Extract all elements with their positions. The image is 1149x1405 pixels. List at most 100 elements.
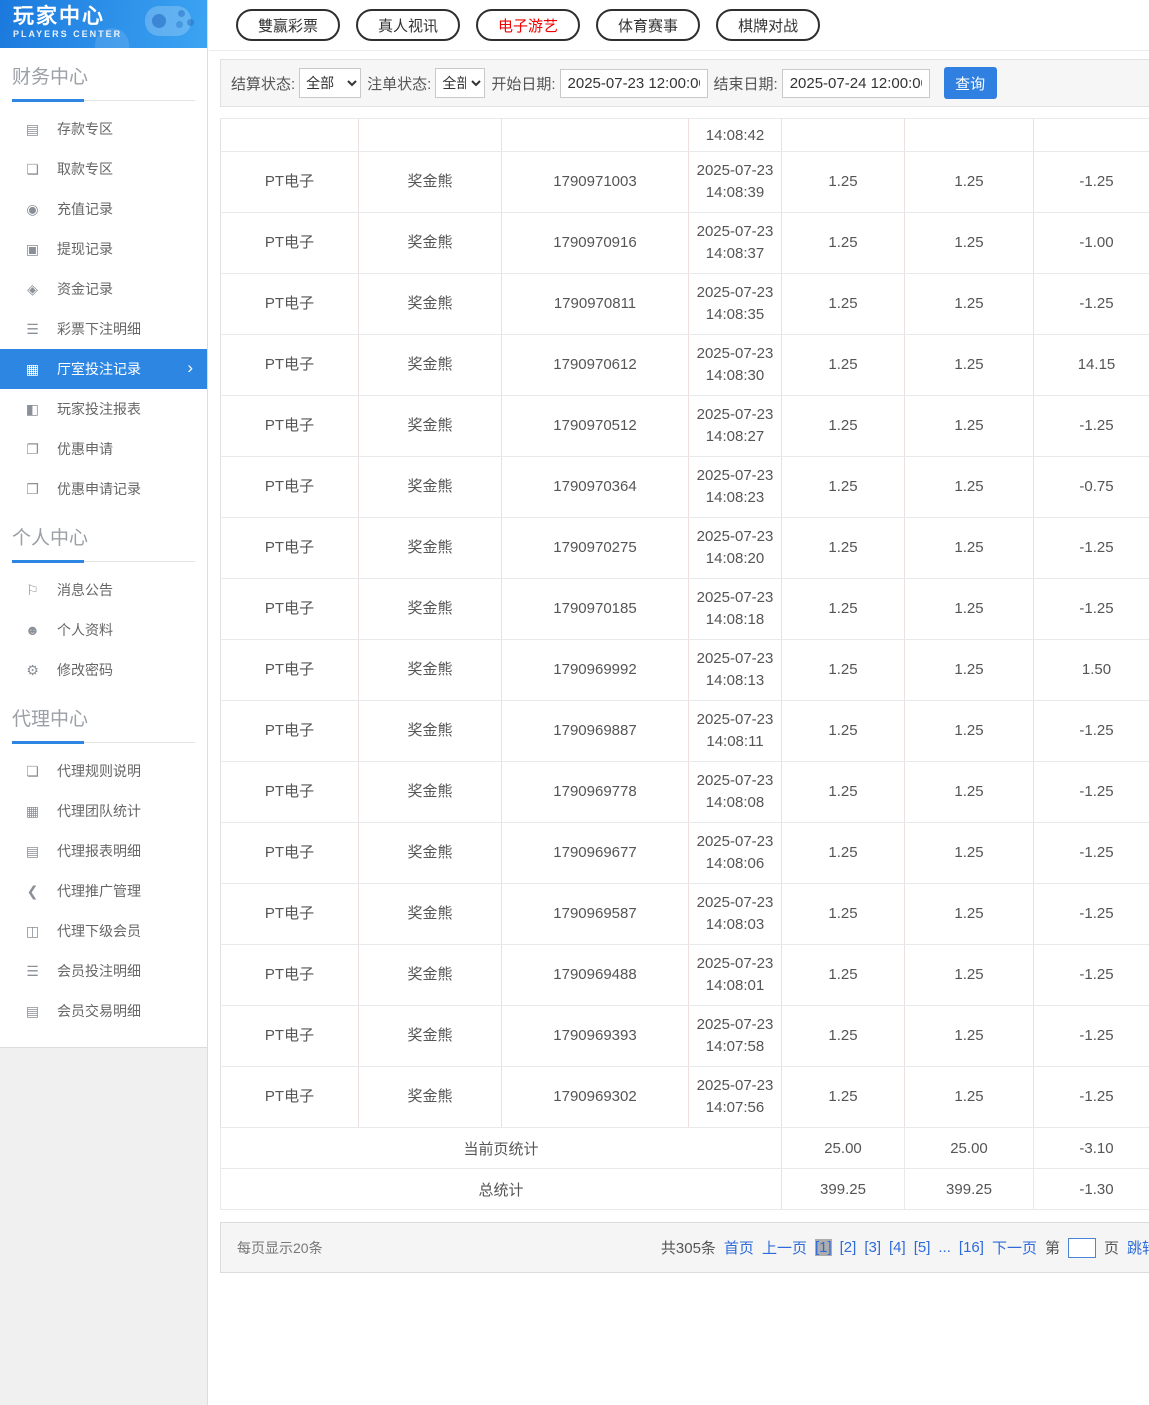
- end-date-input[interactable]: [781, 68, 930, 98]
- tab-live-video[interactable]: 真人视讯: [356, 9, 461, 41]
- cell-game-type: PT电子: [220, 334, 359, 396]
- cell-game-name: 奖金熊: [358, 944, 502, 1006]
- sidebar-item-agent-promotion[interactable]: ❮ 代理推广管理: [0, 871, 207, 911]
- tab-board-games[interactable]: 棋牌对战: [716, 9, 821, 41]
- cell-empty: [904, 118, 1034, 152]
- table-row[interactable]: PT电子 奖金熊 1790969887 2025-07-23 14:08:11 1.25 1…: [220, 700, 1149, 762]
- news-icon: ▦: [25, 802, 40, 819]
- query-button[interactable]: 查询: [943, 67, 997, 99]
- cell-order-id: 1790971003: [501, 151, 689, 213]
- table-row[interactable]: PT电子 奖金熊 1790969778 2025-07-23 14:08:08 1.25 1…: [220, 761, 1149, 823]
- sidebar-item-lottery-bet-detail[interactable]: ☰ 彩票下注明细: [0, 309, 207, 349]
- sidebar-item-label: 代理推广管理: [57, 883, 141, 899]
- cell-bet-amount: 1.25: [781, 517, 905, 579]
- sidebar-item-promo-apply-records[interactable]: ❒ 优惠申请记录: [0, 469, 207, 509]
- start-date-input[interactable]: [559, 68, 708, 98]
- cell-win-loss: -1.25: [1033, 822, 1149, 884]
- app-header: 玩家中心 PLAYERS CENTER: [0, 0, 207, 48]
- sidebar-item-agent-team-stats[interactable]: ▦ 代理团队统计: [0, 791, 207, 831]
- pagination-bar: 每页显示20条 共305条 首页 上一页 [1] [2] [3] [4] [5]... [16]…: [220, 1222, 1149, 1273]
- page-link-5[interactable]: [5]: [914, 1239, 931, 1256]
- sidebar-item-agent-report-detail[interactable]: ▤ 代理报表明细: [0, 831, 207, 871]
- table-row[interactable]: PT电子 奖金熊 1790969587 2025-07-23 14:08:03 1.25 1…: [220, 883, 1149, 945]
- next-page-link[interactable]: 下一页: [992, 1237, 1037, 1258]
- sidebar-item-announcements[interactable]: ⚐ 消息公告: [0, 570, 207, 610]
- cell-order-id: 1790969992: [501, 639, 689, 701]
- table-row[interactable]: PT电子 奖金熊 1790971003 2025-07-23 14:08:39 1.25 1…: [220, 151, 1149, 213]
- tab-lottery[interactable]: 雙赢彩票: [236, 9, 341, 41]
- table-row[interactable]: PT电子 奖金熊 1790969992 2025-07-23 14:08:13 1.25 1…: [220, 639, 1149, 701]
- summary-bet-amount: 399.25: [781, 1168, 905, 1210]
- table-row[interactable]: PT电子 奖金熊 1790970811 2025-07-23 14:08:35 1.25 1…: [220, 273, 1149, 335]
- table-row[interactable]: PT电子 奖金熊 1790969488 2025-07-23 14:08:01 1.25 1…: [220, 944, 1149, 1006]
- jump-page-input[interactable]: [1067, 1237, 1096, 1258]
- cell-game-type: PT电子: [220, 273, 359, 335]
- sidebar-item-change-password[interactable]: ⚙ 修改密码: [0, 650, 207, 690]
- order-status-select[interactable]: 全部: [435, 68, 486, 98]
- table-row[interactable]: PT电子 奖金熊 1790970275 2025-07-23 14:08:20 1.25 1…: [220, 517, 1149, 579]
- cell-win-loss: -1.25: [1033, 1066, 1149, 1128]
- sidebar-section-title: 个人中心: [12, 528, 89, 549]
- cell-bet-amount: 1.25: [781, 334, 905, 396]
- sidebar-item-withdraw-zone[interactable]: ❏ 取款专区: [0, 149, 207, 189]
- table-row[interactable]: PT电子 奖金熊 1790970612 2025-07-23 14:08:30 1.25 1…: [220, 334, 1149, 396]
- sidebar-item-member-trade-detail[interactable]: ▤ 会员交易明细: [0, 991, 207, 1031]
- cell-game-type: PT电子: [220, 822, 359, 884]
- sidebar-item-hall-bet-records[interactable]: ▦ 厅室投注记录 ›: [0, 349, 207, 389]
- cell-bet-amount: 1.25: [781, 456, 905, 518]
- table-row[interactable]: PT电子 奖金熊 1790970185 2025-07-23 14:08:18 1.25 1…: [220, 578, 1149, 640]
- jump-button[interactable]: 跳转: [1127, 1237, 1149, 1258]
- cell-win-loss: -1.25: [1033, 1005, 1149, 1067]
- cell-time: 2025-07-23 14:07:56: [688, 1066, 782, 1128]
- page-link-16[interactable]: [16]: [959, 1239, 984, 1256]
- cell-game-type: PT电子: [220, 395, 359, 457]
- sidebar-item-label: 优惠申请记录: [57, 481, 141, 497]
- sidebar-item-funds-records[interactable]: ◈ 资金记录: [0, 269, 207, 309]
- cell-time: 2025-07-23 14:07:58: [688, 1005, 782, 1067]
- table-row[interactable]: PT电子 奖金熊 1790969302 2025-07-23 14:07:56 1.25 1…: [220, 1066, 1149, 1128]
- cell-time: 2025-07-23 14:08:06: [688, 822, 782, 884]
- sidebar-item-member-bet-detail[interactable]: ☰ 会员投注明细: [0, 951, 207, 991]
- table-row[interactable]: PT电子 奖金熊 1790969393 2025-07-23 14:07:58 1.25 1…: [220, 1005, 1149, 1067]
- person-icon: ☻: [25, 622, 40, 638]
- sidebar-item-label: 代理报表明细: [57, 843, 141, 859]
- chart-report-icon: ◧: [25, 400, 40, 417]
- cell-game-name: 奖金熊: [358, 517, 502, 579]
- table-row[interactable]: PT电子 奖金熊 1790970364 2025-07-23 14:08:23 1.25 1…: [220, 456, 1149, 518]
- money-bag-icon: ◉: [26, 200, 39, 217]
- pagination-controls: 共305条首页上一页 [1] [2] [3] [4] [5]... [16] 下一页第 页跳转: [661, 1237, 1149, 1258]
- bet-records-table: 14:08:42 PT电子 奖金熊 1790971003 2025-07-23 14:08…: [220, 118, 1149, 1210]
- table-row[interactable]: PT电子 奖金熊 1790970512 2025-07-23 14:08:27 1.25 1…: [220, 395, 1149, 457]
- table-row[interactable]: PT电子 奖金熊 1790969677 2025-07-23 14:08:06 1.25 1…: [220, 822, 1149, 884]
- cell-win-loss: 14.15: [1033, 334, 1149, 396]
- cell-valid-bet: 1.25: [904, 517, 1034, 579]
- end-date-label: 结束日期:: [713, 75, 778, 93]
- sidebar-item-promo-apply[interactable]: ❐ 优惠申请: [0, 429, 207, 469]
- game-category-bar: 雙赢彩票 真人视讯 电子游艺 体育赛事 棋牌对战: [209, 0, 1149, 51]
- settle-status-select[interactable]: 全部: [299, 68, 362, 98]
- cell-valid-bet: 1.25: [904, 883, 1034, 945]
- sidebar-item-agent-rules[interactable]: ❏ 代理规则说明: [0, 751, 207, 791]
- table-row[interactable]: PT电子 奖金熊 1790970916 2025-07-23 14:08:37 1.25 1…: [220, 212, 1149, 274]
- page-link-4[interactable]: [4]: [889, 1239, 906, 1256]
- table-row-partial: 14:08:42: [220, 118, 1149, 152]
- cell-valid-bet: 1.25: [904, 944, 1034, 1006]
- sidebar-item-recharge-records[interactable]: ◉ 充值记录: [0, 189, 207, 229]
- tab-e-games[interactable]: 电子游艺: [476, 9, 581, 41]
- cell-game-type: PT电子: [220, 212, 359, 274]
- sidebar-item-agent-sub-members[interactable]: ◫ 代理下级会员: [0, 911, 207, 951]
- tab-sports[interactable]: 体育赛事: [596, 9, 701, 41]
- prev-page-link[interactable]: 上一页: [762, 1237, 807, 1258]
- sidebar-item-label: 修改密码: [57, 662, 113, 678]
- sidebar-item-deposit-zone[interactable]: ▤ 存款专区: [0, 109, 207, 149]
- page-link-3[interactable]: [3]: [864, 1239, 881, 1256]
- sidebar-item-player-bet-report[interactable]: ◧ 玩家投注报表: [0, 389, 207, 429]
- cell-bet-amount: 1.25: [781, 822, 905, 884]
- page-link-1[interactable]: [1]: [814, 1239, 832, 1256]
- cell-empty: [1033, 118, 1149, 152]
- page-link-2[interactable]: [2]: [840, 1239, 857, 1256]
- sidebar-item-withdraw-records[interactable]: ▣ 提现记录: [0, 229, 207, 269]
- first-page-link[interactable]: 首页: [724, 1237, 754, 1258]
- sidebar-item-profile[interactable]: ☻ 个人资料: [0, 610, 207, 650]
- cell-game-type: PT电子: [220, 944, 359, 1006]
